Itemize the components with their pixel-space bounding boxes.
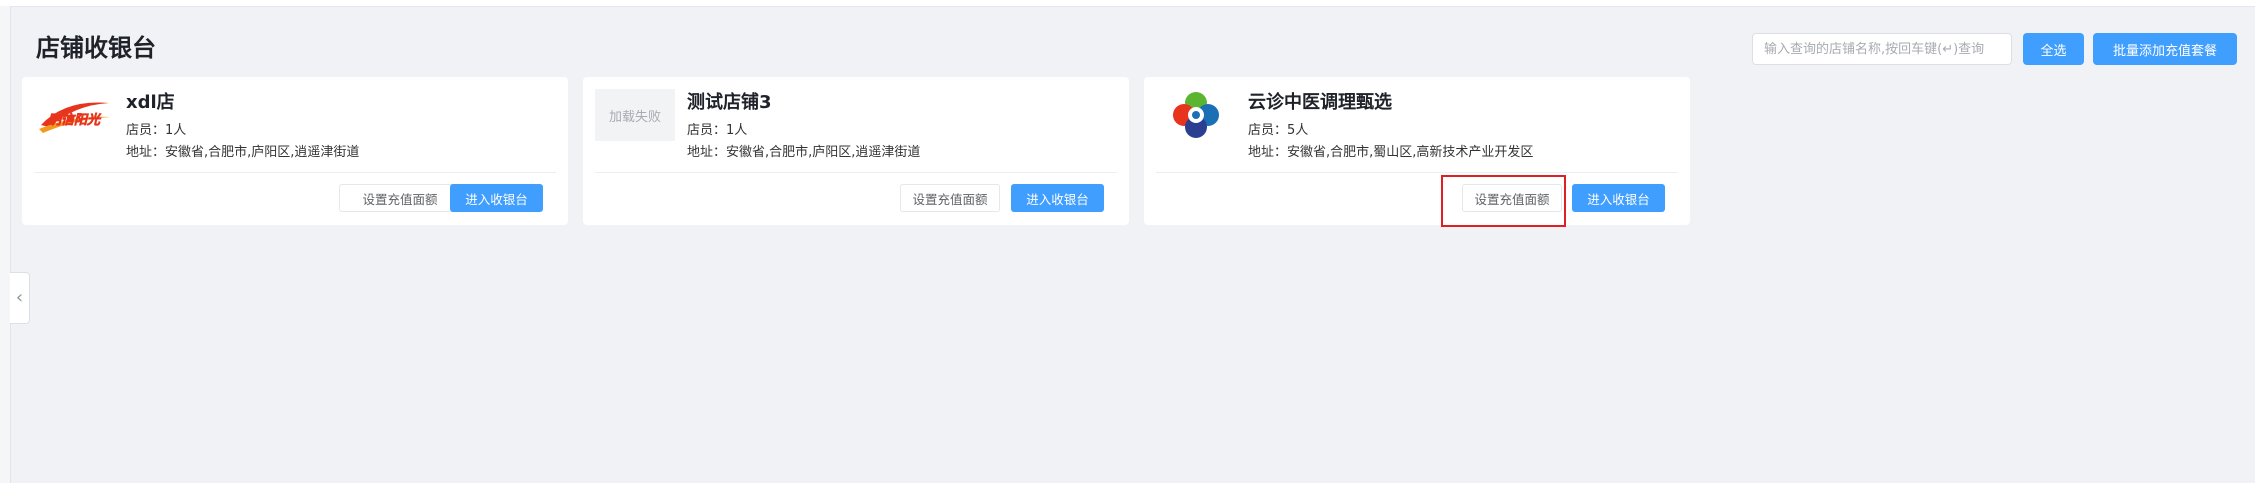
store-address: 地址：安徽省,合肥市,蜀山区,高新技术产业开发区 — [1248, 145, 1534, 160]
enter-cashier-button[interactable]: 进入收银台 — [1572, 184, 1665, 212]
chevron-left-icon: ‹ — [15, 287, 24, 308]
store-logo-text: 明信阳光 — [48, 112, 102, 128]
highlight-box — [1441, 175, 1566, 227]
sidebar-collapse-button[interactable]: ‹ — [10, 272, 30, 324]
store-logo: 明信阳光 — [34, 89, 114, 141]
store-logo — [1156, 89, 1236, 141]
set-recharge-amount-button[interactable]: 设置充值面额 — [900, 184, 1000, 212]
store-card: 加载失败 测试店铺3 店员：1人 地址：安徽省,合肥市,庐阳区,逍遥津街道 设置… — [583, 77, 1129, 225]
enter-cashier-button[interactable]: 进入收银台 — [450, 184, 543, 212]
store-card: 云诊中医调理甄选 店员：5人 地址：安徽省,合肥市,蜀山区,高新技术产业开发区 … — [1144, 77, 1690, 225]
store-card: 明信阳光 xdl店 店员：1人 地址：安徽省,合肥市,庐阳区,逍遥津街道 设置充… — [22, 77, 568, 225]
batch-add-recharge-package-button[interactable]: 批量添加充值套餐 — [2093, 33, 2237, 65]
store-address: 地址：安徽省,合肥市,庐阳区,逍遥津街道 — [687, 145, 921, 160]
store-staff-count: 店员：5人 — [1248, 123, 1309, 138]
top-bar — [0, 0, 2255, 7]
store-name: xdl店 — [126, 92, 175, 113]
enter-cashier-button[interactable]: 进入收银台 — [1011, 184, 1104, 212]
card-divider — [595, 172, 1117, 173]
store-logo-placeholder: 加载失败 — [595, 89, 675, 141]
sidebar-rail — [0, 6, 11, 483]
card-divider — [1156, 172, 1678, 173]
store-logo-image: 明信阳光 — [39, 102, 111, 133]
store-staff-count: 店员：1人 — [687, 123, 748, 138]
clover-logo-icon — [1173, 92, 1219, 138]
card-divider — [34, 172, 556, 173]
store-search-input[interactable] — [1752, 33, 2012, 65]
select-all-button[interactable]: 全选 — [2023, 33, 2084, 65]
page-title: 店铺收银台 — [36, 34, 156, 62]
store-name: 测试店铺3 — [687, 92, 772, 113]
store-staff-count: 店员：1人 — [126, 123, 187, 138]
set-recharge-amount-button[interactable]: 设置充值面额 — [339, 184, 461, 212]
store-name: 云诊中医调理甄选 — [1248, 92, 1392, 113]
store-address: 地址：安徽省,合肥市,庐阳区,逍遥津街道 — [126, 145, 360, 160]
